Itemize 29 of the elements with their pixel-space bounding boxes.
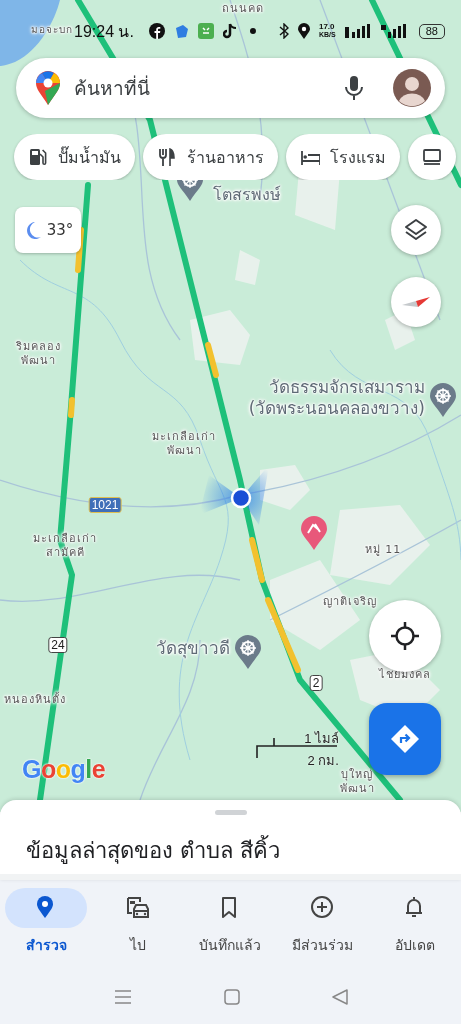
poi-label: วัดสุขาวดี	[156, 638, 230, 660]
road-number: 24	[48, 637, 68, 653]
place-label: มอจะบก	[31, 24, 73, 37]
scale-miles: 1 ไมล์	[304, 730, 339, 748]
sheet-title: ข้อมูลล่าสุดของ ตำบล สีคิ้ว	[26, 833, 461, 868]
search-bar[interactable]: ค้นหาที่นี่	[16, 58, 445, 118]
place-label: บุใหญ่ พัฒนา	[339, 768, 375, 796]
road-number: 1021	[88, 497, 122, 513]
poi-label: วัดธรรมจักรเสมาราม (วัดพระนอนคลองขวาง)	[248, 377, 425, 420]
place-label: ไชยมงคล	[379, 668, 431, 682]
place-label: หมู่ 11	[364, 543, 402, 557]
place-label: มะเกลือเก่า พัฒนา	[152, 430, 216, 458]
search-placeholder: ค้นหาที่นี่	[74, 74, 151, 101]
nav-tab[interactable]: บันทึกแล้ว	[184, 888, 277, 975]
nav-tab[interactable]: มีส่วนร่วม	[276, 888, 369, 975]
place-label: ริมคลอง พัฒนา	[15, 340, 61, 368]
battery-level: 88	[418, 23, 445, 39]
category-chip[interactable]: ร้านอาหาร	[143, 134, 278, 180]
nav-tab[interactable]: ไป	[92, 888, 185, 975]
place-label: ถนนคด	[222, 2, 264, 16]
nav-tab[interactable]: อัปเดต	[368, 888, 461, 975]
weather-chip[interactable]: 33°	[15, 207, 81, 253]
category-chip[interactable]: โรงแรม	[286, 134, 400, 180]
poi-label: โตสรพงษ์	[213, 185, 281, 205]
place-label: ญาติเจริญ	[323, 595, 377, 609]
category-chip[interactable]: ปั๊มน้ำมัน	[14, 134, 135, 180]
road-number: 2	[309, 675, 323, 691]
nav-tab[interactable]: สำรวจ	[0, 888, 93, 975]
scale-kilometers: 2 กม.	[307, 752, 339, 770]
